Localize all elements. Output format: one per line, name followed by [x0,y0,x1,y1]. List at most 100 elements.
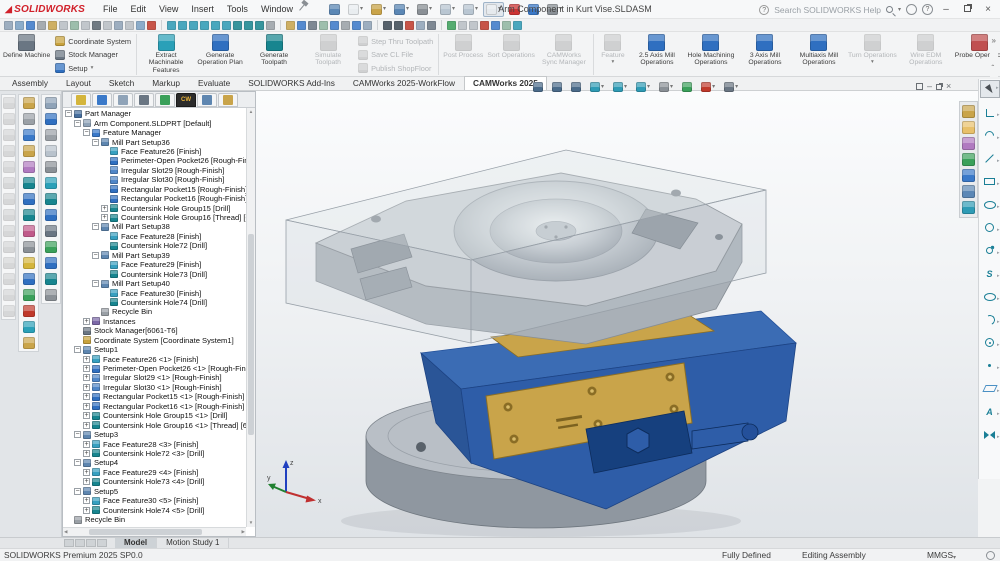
ribbon-save-cl-file[interactable]: Save CL File [358,48,433,61]
camworks-tool-icon[interactable] [2,225,15,237]
menu-view[interactable]: View [159,4,178,14]
secondary-toolbar-icon[interactable] [70,20,79,30]
window-menu-icon[interactable] [916,83,923,90]
search-dropdown-caret[interactable]: ▾ [898,7,901,13]
tree-item[interactable]: Coordinate System [Coordinate System1] [63,336,246,345]
flyout-caret[interactable]: ▸ [997,319,1000,325]
camworks-tool-icon[interactable] [2,273,15,285]
tree-expand-toggle[interactable]: + [83,355,90,363]
camworks-tool-icon[interactable] [22,145,35,157]
secondary-toolbar-icon[interactable] [513,20,522,30]
tree-tab-feature-manager[interactable] [92,92,112,107]
tree-item[interactable]: Countersink Hole74 [Drill] [63,298,246,307]
secondary-toolbar-icon[interactable] [15,20,24,30]
tree-item[interactable]: − Mill Part Setup39 [63,251,246,260]
dropdown-caret[interactable]: ▾ [452,6,455,12]
tree-item[interactable]: + Face Feature26 <1> [Finish] [63,354,246,364]
qa-undo[interactable]: ▾ [437,2,458,17]
qa-home[interactable] [326,2,343,17]
secondary-toolbar-icon[interactable] [363,20,372,30]
restore-button[interactable] [959,0,975,19]
tree-item[interactable]: Countersink Hole72 [Drill] [63,241,246,250]
line-button[interactable]: ▸ [980,147,1000,170]
tree-item[interactable]: Perimeter-Open Pocket26 [Rough-Finish] [63,156,246,165]
ribbon-sort-operations[interactable]: Sort Operations [485,32,537,77]
secondary-toolbar-icon[interactable] [491,20,500,30]
circle-button[interactable]: ▸ [980,216,1000,239]
dropdown-caret[interactable]: ▾ [475,6,478,12]
tree-expand-toggle[interactable]: − [92,280,99,288]
tree-item[interactable]: + Rectangular Pocket15 <1> [Rough-Finish] [63,392,246,401]
camworks-tool-icon[interactable] [22,177,35,189]
tree-item[interactable]: − Arm Component.SLDPRT [Default] [63,118,246,128]
secondary-toolbar-icon[interactable] [502,20,511,30]
secondary-toolbar-icon[interactable] [178,20,187,30]
tree-expand-toggle[interactable]: + [83,440,90,448]
dropdown-caret[interactable]: ▾ [383,6,386,12]
camworks-tool-icon[interactable] [22,337,35,349]
pin-icon[interactable] [299,2,312,16]
tree-item[interactable]: Face Feature28 [Finish] [63,232,246,241]
flyout-caret[interactable]: ▸ [997,227,1000,233]
tree-tab-camworks-tools-tree[interactable] [218,92,238,107]
arc-button[interactable]: ▸ [980,308,1000,331]
secondary-toolbar-icon[interactable] [341,20,350,30]
secondary-toolbar-icon[interactable] [222,20,231,30]
appearances-scenes-icon[interactable] [962,153,975,166]
camworks-tool-icon[interactable] [45,113,57,125]
flyout-caret[interactable]: ▸ [997,273,1000,279]
camworks-tool-icon[interactable] [45,161,57,173]
ribbon-feature[interactable]: Feature ▾ [596,32,630,77]
tree-item[interactable]: + Countersink Hole Group15 [Drill] [63,203,246,213]
ribbon-step-thru-toolpath[interactable]: Step Thru Toolpath [358,35,433,48]
tree-expand-toggle[interactable]: + [83,383,90,391]
corner-rectangle-button[interactable]: ▸ [980,170,1000,193]
tree-item[interactable]: − Mill Part Setup38 [63,222,246,231]
tree-item[interactable]: − Mill Part Setup40 [63,279,246,288]
secondary-toolbar-icon[interactable] [26,20,35,30]
tree-item[interactable]: + Countersink Hole Group15 <1> [Drill] [63,411,246,420]
secondary-toolbar-icon[interactable] [244,20,253,30]
secondary-toolbar-icon[interactable] [352,20,361,30]
tree-item[interactable]: − Part Manager [63,109,246,118]
view-palette-icon[interactable] [962,137,975,150]
ribbon-collapse-arrow[interactable]: ˆ [992,64,996,73]
tab-solidworks-add-ins[interactable]: SOLIDWORKS Add-Ins [239,76,344,90]
home-icon[interactable] [962,185,975,198]
tree-item[interactable]: Irregular Slot29 [Rough-Finish] [63,166,246,175]
tab-scroll-last[interactable] [97,539,107,547]
secondary-toolbar-icon[interactable] [330,20,339,30]
tree-expand-toggle[interactable]: + [83,374,90,382]
camworks-tool-icon[interactable] [45,177,57,189]
view-settings-button[interactable]: ▾ [721,80,741,94]
tree-item[interactable]: + Face Feature28 <3> [Finish] [63,439,246,449]
tab-layout[interactable]: Layout [57,76,100,90]
ribbon-wire-edm-operations[interactable]: Wire EDM Operations [899,32,953,77]
secondary-toolbar-icon[interactable] [48,20,57,30]
display-style-button[interactable]: ▾ [633,80,653,94]
scroll-up-icon[interactable]: ▲ [247,108,255,116]
ribbon-extract-machinable-features[interactable]: Extract Machinable Features [139,32,193,77]
ribbon-post-process[interactable]: Post Process [441,32,485,77]
tree-item[interactable]: − Mill Part Setup36 [63,137,246,147]
camworks-tool-icon[interactable] [2,257,15,269]
flyout-caret[interactable]: ▸ [997,250,1000,256]
secondary-toolbar-icon[interactable] [136,20,145,30]
secondary-toolbar-icon[interactable] [189,20,198,30]
camworks-tool-icon[interactable] [45,145,57,157]
previous-view-button[interactable] [568,80,584,94]
section-view-button[interactable]: ▾ [587,80,607,94]
secondary-toolbar-icon[interactable] [297,20,306,30]
scroll-down-icon[interactable]: ▼ [247,519,255,527]
ribbon-multiaxis-mill-operations[interactable]: Multiaxis Mill Operations [792,32,846,77]
secondary-toolbar-icon[interactable] [427,20,436,30]
camworks-tool-icon[interactable] [45,241,57,253]
zoom-to-area-button[interactable] [549,80,565,94]
camworks-tool-icon[interactable] [45,209,57,221]
secondary-toolbar-icon[interactable] [59,20,68,30]
dropdown-caret[interactable]: ▾ [429,6,432,12]
secondary-toolbar-icon[interactable] [147,20,156,30]
tree-item[interactable]: Recycle Bin [63,515,246,524]
camworks-tool-icon[interactable] [45,193,57,205]
secondary-toolbar-icon[interactable] [200,20,209,30]
